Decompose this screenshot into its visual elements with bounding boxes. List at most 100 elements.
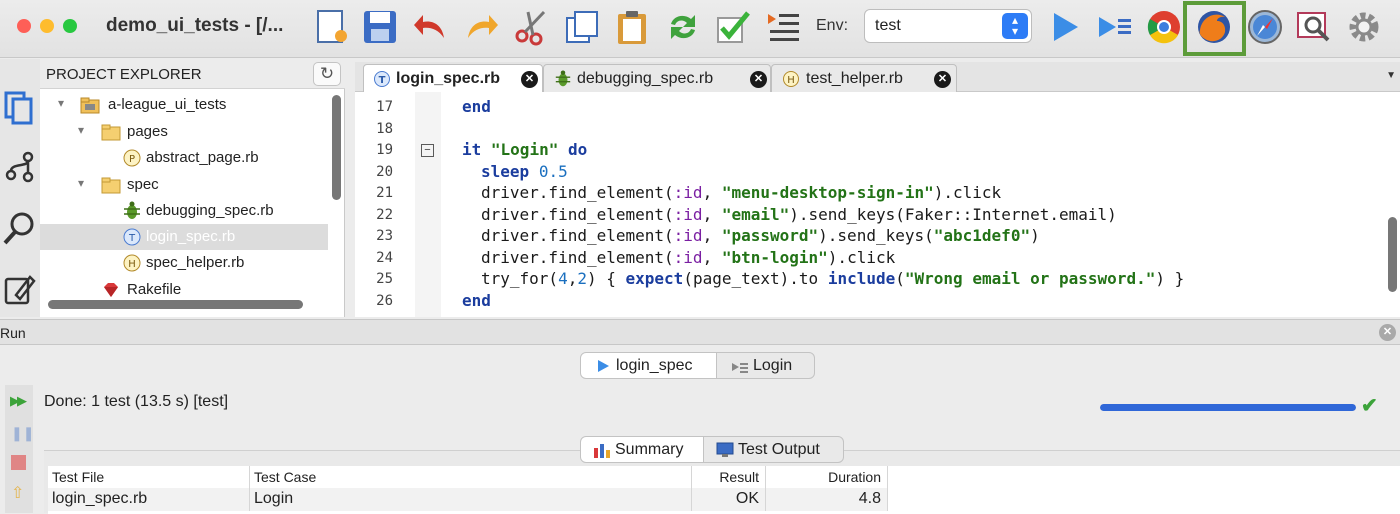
explorer-title: PROJECT EXPLORER [46,66,202,83]
tab-login-spec[interactable]: T login_spec.rb ✕ [363,64,543,92]
arrow-up-icon[interactable]: ⇧ [11,483,24,503]
cut-button[interactable] [511,6,551,48]
tree-item-file-selected[interactable]: T login_spec.rb [40,224,328,250]
test-file-icon: T [123,228,141,246]
code-line: try_for(4,2) { expect(page_text).to incl… [481,269,1185,288]
save-button[interactable] [360,6,400,48]
activity-git-button[interactable] [2,147,38,187]
result-tab-test-output[interactable]: Test Output [703,436,844,463]
refresh-button[interactable] [663,6,703,48]
code-line: driver.find_element(:id, "btn-login").cl… [481,248,896,267]
new-file-icon [317,10,347,43]
validate-icon [717,11,750,43]
explorer-header: PROJECT EXPLORER ↻ [40,59,345,89]
result-tab-label: Summary [615,441,684,458]
safari-icon [1248,10,1282,44]
explorer-vertical-scrollbar[interactable] [332,95,341,200]
line-number: 21 [376,185,393,201]
line-number: 17 [376,99,393,115]
search-icon [3,212,34,245]
firefox-icon [1198,11,1230,43]
chrome-icon [1147,11,1180,44]
result-tab-summary[interactable]: Summary [580,436,704,463]
code-editor[interactable]: − 17 18 19 20 21 22 23 24 25 26 end it "… [355,92,1400,317]
files-icon [4,91,33,125]
bug-icon [555,70,571,87]
bug-icon [124,201,140,219]
code-line: driver.find_element(:id, "menu-desktop-s… [481,183,1002,202]
table-cell[interactable]: Login [250,488,692,511]
table-cell[interactable]: OK [692,488,766,511]
tree-item-label: debugging_spec.rb [146,202,274,219]
close-run-panel-icon[interactable]: ✕ [1379,324,1396,341]
line-number: 18 [376,121,393,137]
tab-list-menu-icon[interactable]: ▼ [1386,70,1396,81]
paste-button[interactable] [612,6,652,48]
tree-item-file[interactable]: P abstract_page.rb [40,145,328,171]
table-cell[interactable]: 4.8 [766,488,888,511]
column-header-test-case[interactable]: Test Case [250,466,692,488]
validate-button[interactable] [713,6,753,48]
close-tab-icon[interactable]: ✕ [750,71,767,88]
firefox-button[interactable] [1194,6,1234,48]
column-header-test-file[interactable]: Test File [48,466,250,488]
line-number: 24 [376,250,393,266]
copy-button[interactable] [562,6,602,48]
project-explorer: PROJECT EXPLORER ↻ ▾ a-league_ui_tests ▾… [40,59,345,317]
explorer-horizontal-scrollbar[interactable] [48,300,303,309]
tree-item-project[interactable]: ▾ a-league_ui_tests [40,92,328,118]
tab-debugging-spec[interactable]: debugging_spec.rb ✕ [543,64,771,92]
tree-item-folder-spec[interactable]: ▾ spec [40,172,328,198]
pause-icon[interactable]: ❚❚ [11,425,34,442]
run-progress-fill [1100,404,1356,411]
tree-item-label: abstract_page.rb [146,149,259,166]
code-line: end [462,291,491,310]
rerun-icon[interactable]: ▶▶ [10,393,27,409]
tree-item-file[interactable]: Rakefile [40,277,328,297]
explorer-refresh-button[interactable]: ↻ [313,62,341,86]
line-number: 26 [376,293,393,309]
tree-item-folder-pages[interactable]: ▾ pages [40,119,328,145]
run-selected-button[interactable] [1095,6,1135,48]
undo-button[interactable] [411,6,451,48]
activity-files-button[interactable] [2,87,38,127]
tree-item-label: spec_helper.rb [146,254,245,271]
zoom-window-button[interactable] [63,19,77,33]
run-view-tab-case[interactable]: Login [716,352,815,379]
redo-button[interactable] [461,6,501,48]
folder-icon [101,177,121,194]
tab-test-helper[interactable]: H test_helper.rb ✕ [771,64,957,92]
column-header-duration[interactable]: Duration [766,466,888,488]
column-header-result[interactable]: Result [692,466,766,488]
env-select[interactable]: test ▴ ▾ [864,9,1032,43]
editor-vertical-scrollbar[interactable] [1388,217,1397,292]
tree-item-file[interactable]: H spec_helper.rb [40,250,328,276]
activity-bar [0,59,40,317]
inspect-button[interactable] [1294,6,1334,48]
tree-item-label: login_spec.rb [146,228,236,245]
svg-text:P: P [129,154,135,165]
minimize-window-button[interactable] [40,19,54,33]
paste-icon [618,11,646,44]
outline-button[interactable] [763,6,803,48]
activity-search-button[interactable] [2,209,38,249]
settings-button[interactable] [1344,6,1384,48]
close-tab-icon[interactable]: ✕ [934,71,951,88]
branch-icon [5,151,34,183]
run-button[interactable] [1045,6,1085,48]
tree-item-file[interactable]: debugging_spec.rb [40,198,328,224]
run-panel-header: Run ✕ [0,319,1400,345]
table-cell[interactable]: login_spec.rb [48,488,250,511]
close-window-button[interactable] [17,19,31,33]
chrome-button[interactable] [1144,6,1184,48]
activity-tools-button[interactable] [2,269,38,309]
new-file-button[interactable] [312,6,352,48]
chart-icon [594,444,610,458]
fold-collapse-icon[interactable]: − [421,144,434,157]
safari-button[interactable] [1245,6,1285,48]
code-line: driver.find_element(:id, "password").sen… [481,226,1040,245]
close-tab-icon[interactable]: ✕ [521,71,538,88]
run-view-tab-spec[interactable]: login_spec [580,352,717,379]
run-icon [1054,13,1078,41]
stop-icon[interactable] [11,455,26,470]
